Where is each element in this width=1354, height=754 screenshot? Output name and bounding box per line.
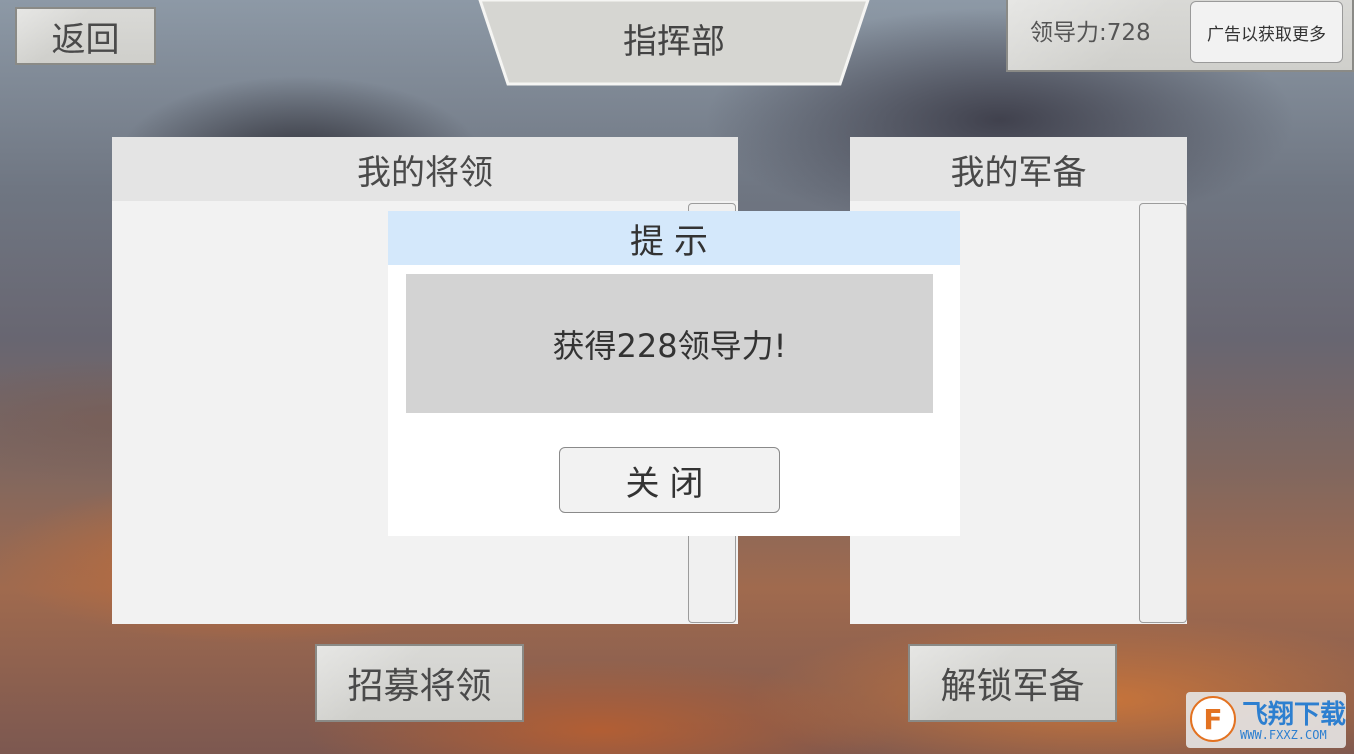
generals-panel-title: 我的将领	[112, 137, 738, 201]
dialog-title: 提示	[388, 211, 960, 265]
game-screen: 返回 指挥部 领导力:728 广告以获取更多 我的将领 我的军备 招募将领 解锁…	[0, 0, 1354, 754]
watermark-url: WWW.FXXZ.COM	[1240, 728, 1327, 742]
page-title: 指挥部	[623, 22, 725, 62]
watch-ad-button[interactable]: 广告以获取更多	[1190, 1, 1343, 63]
back-button[interactable]: 返回	[15, 7, 156, 65]
title-banner: 指挥部	[478, 0, 870, 86]
equipment-scrollbar[interactable]	[1139, 203, 1187, 623]
resource-bar: 领导力:728 广告以获取更多	[1006, 0, 1354, 72]
dialog-message: 获得228领导力!	[406, 274, 933, 413]
unlock-equipment-button[interactable]: 解锁军备	[908, 644, 1117, 722]
close-button[interactable]: 关闭	[559, 447, 780, 513]
notice-dialog: 提示 获得228领导力! 关闭	[388, 211, 960, 536]
equipment-panel-title: 我的军备	[850, 137, 1187, 201]
leadership-counter: 领导力:728	[1030, 20, 1151, 46]
watermark-logo-icon: F	[1190, 696, 1236, 742]
recruit-generals-button[interactable]: 招募将领	[315, 644, 524, 722]
site-watermark: F 飞翔下载 WWW.FXXZ.COM	[1186, 692, 1346, 748]
watermark-brand: 飞翔下载	[1242, 700, 1347, 730]
